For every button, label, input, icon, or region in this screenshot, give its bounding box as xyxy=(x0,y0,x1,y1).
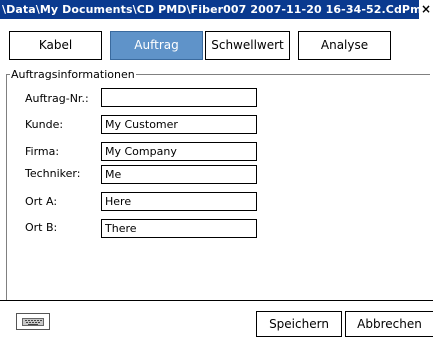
tab-analyse[interactable]: Analyse xyxy=(298,31,391,60)
company-input[interactable] xyxy=(101,142,257,161)
save-button[interactable]: Speichern xyxy=(256,311,342,337)
group-legend: Auftragsinformationen xyxy=(10,68,136,81)
location-a-input[interactable] xyxy=(101,192,257,211)
order-number-input[interactable] xyxy=(101,88,257,107)
order-info-group: Auftragsinformationen xyxy=(6,68,430,300)
keyboard-button[interactable] xyxy=(16,313,50,330)
customer-label: Kunde: xyxy=(25,118,64,131)
tab-schwellwert[interactable]: Schwellwert xyxy=(205,31,290,60)
technician-input[interactable] xyxy=(101,165,257,184)
company-label: Firma: xyxy=(25,145,60,158)
order-number-label: Auftrag-Nr.: xyxy=(25,92,89,105)
footer-divider xyxy=(0,300,433,301)
location-a-label: Ort A: xyxy=(25,195,58,208)
technician-label: Techniker: xyxy=(25,167,81,180)
cancel-button[interactable]: Abbrechen xyxy=(345,311,433,337)
close-button[interactable]: × xyxy=(419,0,433,19)
title-bar: \Data\My Documents\CD PMD\Fiber007 2007-… xyxy=(0,0,433,19)
tab-kabel[interactable]: Kabel xyxy=(9,31,102,60)
tab-auftrag[interactable]: Auftrag xyxy=(110,31,203,60)
location-b-label: Ort B: xyxy=(25,221,58,234)
window-title: \Data\My Documents\CD PMD\Fiber007 2007-… xyxy=(2,3,430,16)
keyboard-icon xyxy=(22,318,44,326)
location-b-input[interactable] xyxy=(101,219,257,238)
customer-input[interactable] xyxy=(101,115,257,134)
